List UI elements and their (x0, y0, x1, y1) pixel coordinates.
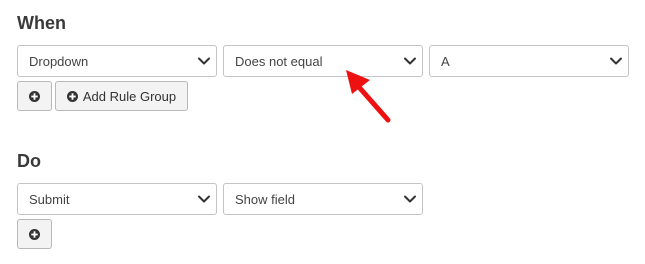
do-action-value: Show field (235, 191, 295, 207)
plus-circle-icon (29, 228, 40, 240)
add-rule-group-label: Add Rule Group (82, 88, 177, 104)
chevron-down-icon (198, 195, 210, 203)
chevron-down-icon (404, 57, 416, 65)
do-target-value: Submit (29, 191, 70, 207)
do-target-select[interactable]: Submit (17, 183, 217, 215)
do-action-select[interactable]: Show field (223, 183, 423, 215)
add-rule-button[interactable] (17, 81, 52, 111)
red-arrow-annotation (346, 70, 391, 123)
when-value-select[interactable]: A (429, 45, 629, 77)
plus-circle-icon (29, 90, 40, 102)
chevron-down-icon (610, 57, 622, 65)
when-field-value: Dropdown (29, 53, 89, 69)
when-title: When (17, 13, 66, 33)
plus-circle-icon (66, 90, 78, 102)
chevron-down-icon (198, 57, 210, 65)
when-field-select[interactable]: Dropdown (17, 45, 217, 77)
when-value-value: A (441, 53, 450, 69)
do-title: Do (17, 151, 41, 171)
chevron-down-icon (404, 195, 416, 203)
add-rule-group-button[interactable]: Add Rule Group (55, 81, 188, 111)
add-action-button[interactable] (17, 219, 52, 249)
